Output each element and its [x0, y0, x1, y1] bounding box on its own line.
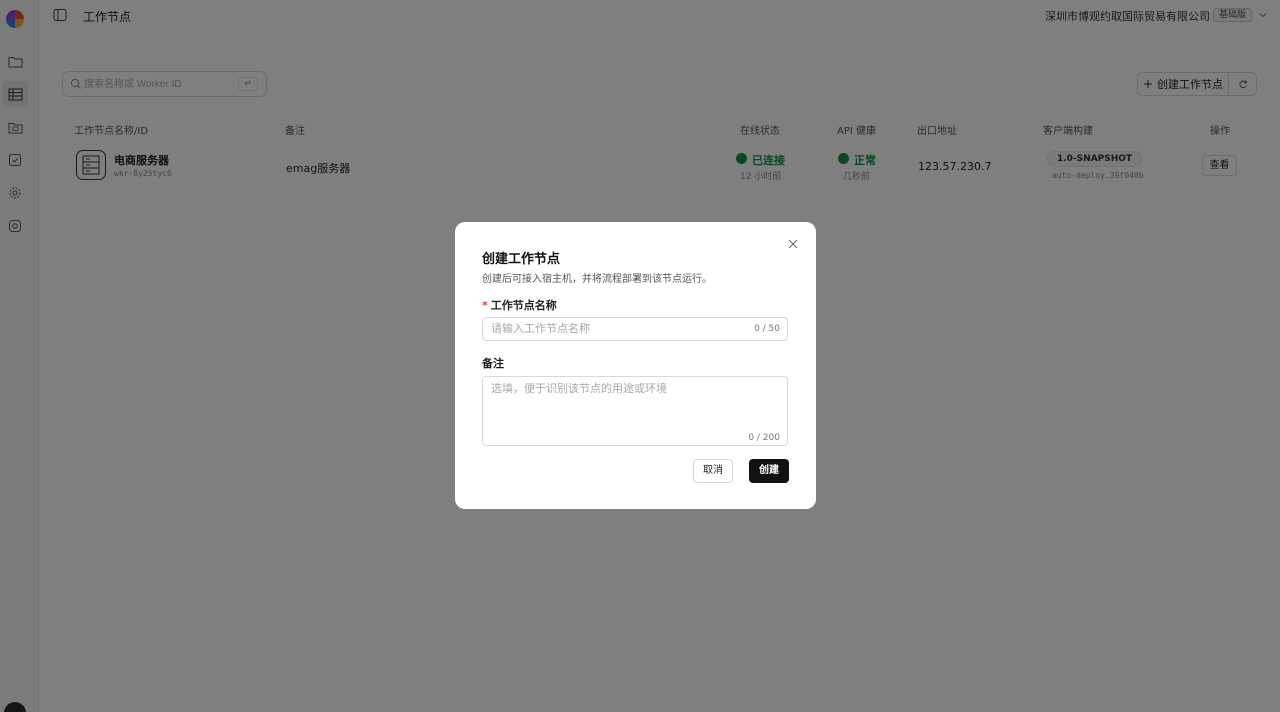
note-field: 0 / 200	[482, 376, 788, 446]
name-field-label: * 工作节点名称	[482, 297, 557, 313]
note-field-label: 备注	[482, 357, 504, 370]
dialog-description: 创建后可接入宿主机，并将流程部署到该节点运行。	[482, 274, 712, 285]
create-worker-dialog: 创建工作节点 创建后可接入宿主机，并将流程部署到该节点运行。 *工作节点名称 0…	[455, 222, 816, 509]
name-input[interactable]	[491, 321, 741, 337]
name-field: 0 / 50	[482, 317, 788, 341]
name-char-count: 0 / 50	[754, 324, 780, 334]
cancel-button[interactable]: 取消	[693, 459, 733, 483]
create-button[interactable]: 创建	[749, 459, 789, 483]
required-mark: *	[482, 299, 488, 312]
note-char-count: 0 / 200	[748, 433, 780, 443]
name-label-text: 工作节点名称	[490, 299, 557, 312]
note-textarea[interactable]	[491, 380, 779, 428]
dialog-title: 创建工作节点	[482, 252, 561, 267]
close-icon[interactable]	[788, 238, 798, 249]
